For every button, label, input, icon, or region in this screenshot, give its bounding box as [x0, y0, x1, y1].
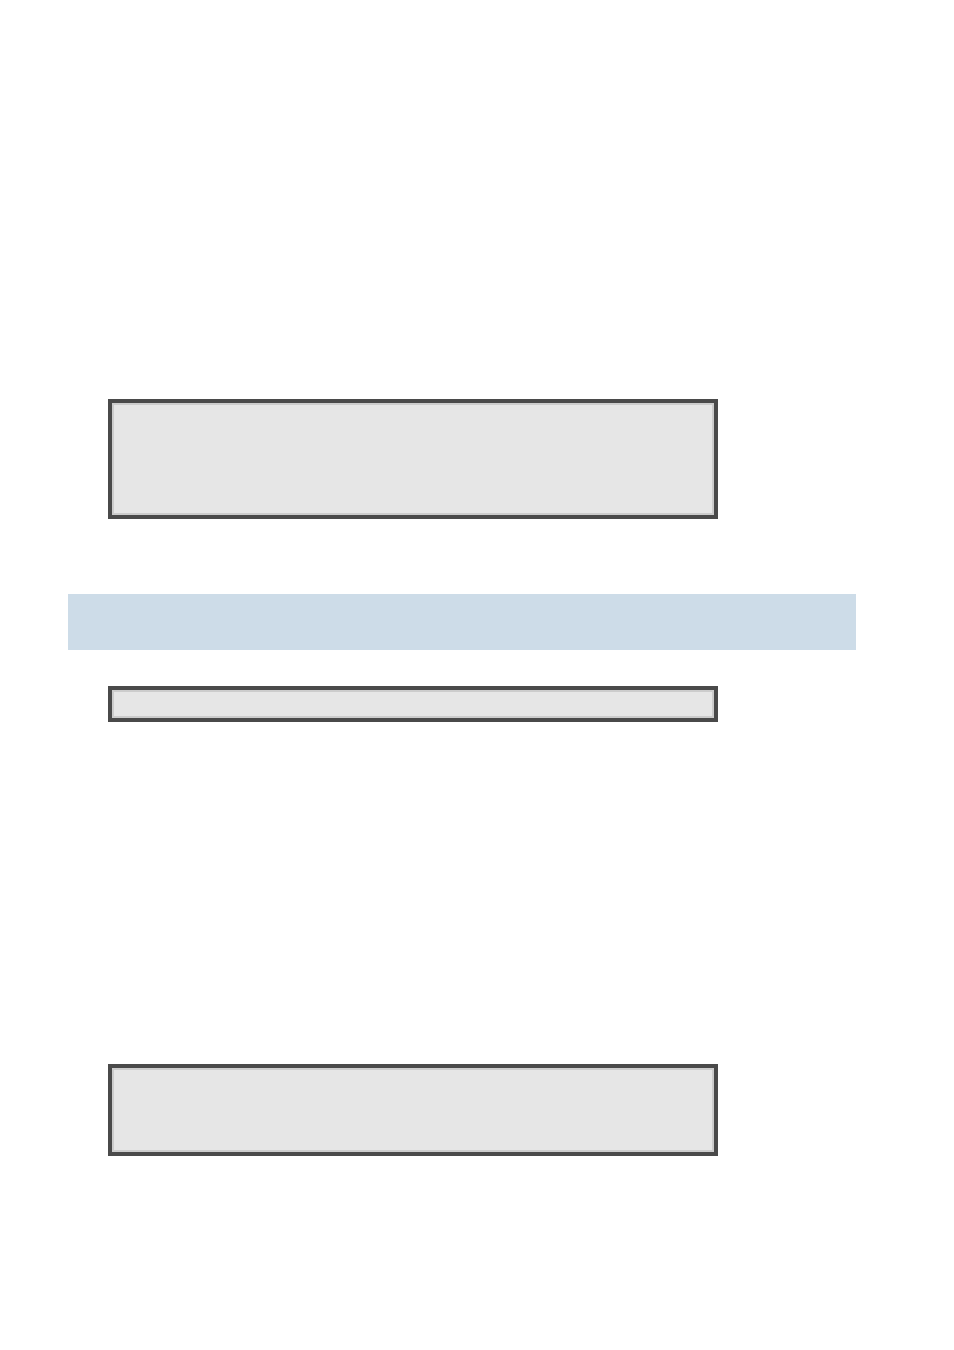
document-page — [0, 0, 954, 1350]
highlight-band — [68, 594, 856, 650]
framed-box-top — [108, 399, 718, 519]
framed-box-middle — [108, 686, 718, 722]
framed-box-bottom — [108, 1064, 718, 1156]
